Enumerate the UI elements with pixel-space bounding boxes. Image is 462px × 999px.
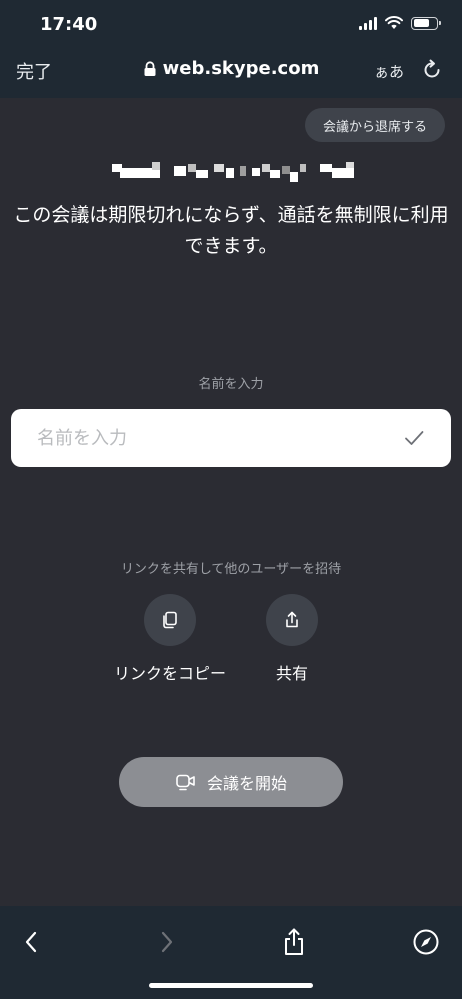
check-icon [405, 431, 424, 445]
wifi-icon [385, 16, 403, 29]
share-icon [285, 928, 303, 955]
reload-button[interactable] [420, 58, 444, 82]
name-field-container [11, 409, 451, 467]
app-screen: 17:40 完了 web.skype.com ぁあ 会議から退席する この会議は… [0, 0, 462, 999]
start-meeting-button[interactable]: 会議を開始 [119, 757, 343, 807]
home-indicator[interactable] [149, 983, 313, 988]
status-icons [359, 16, 441, 30]
status-time: 17:40 [40, 14, 98, 35]
forward-button[interactable] [150, 926, 182, 958]
top-chrome: 17:40 完了 web.skype.com ぁあ [0, 0, 462, 98]
name-field-label: 名前を入力 [198, 377, 264, 392]
compass-icon [413, 929, 439, 955]
safari-button[interactable] [410, 926, 442, 958]
toolbar-share-button[interactable] [278, 926, 310, 958]
name-input[interactable] [11, 409, 451, 467]
copy-link-button[interactable] [144, 594, 196, 646]
start-meeting-label: 会議を開始 [206, 774, 287, 793]
leave-meeting-button[interactable]: 会議から退席する [305, 108, 445, 142]
lock-icon [144, 60, 156, 76]
copy-link-label: リンクをコピー [113, 664, 226, 683]
share-link-button[interactable] [266, 594, 318, 646]
invite-label: リンクを共有して他のユーザーを招待 [120, 562, 342, 577]
share-icon [286, 611, 298, 628]
back-arrow-icon [25, 931, 37, 953]
share-label: 共有 [275, 664, 308, 683]
forward-arrow-icon [161, 931, 173, 953]
reload-icon [424, 59, 440, 78]
url-text: web.skype.com [162, 58, 320, 79]
meeting-description: この会議は期限切れにならず、通話を無制限に利用できます。 [13, 204, 449, 257]
redacted-meeting-title-icon [112, 162, 354, 182]
battery-icon [411, 16, 441, 30]
video-camera-icon [176, 774, 195, 791]
text-size-button[interactable]: ぁあ [374, 61, 404, 82]
copy-icon [163, 611, 177, 629]
cellular-signal-icon [359, 16, 377, 30]
back-button[interactable] [16, 926, 48, 958]
